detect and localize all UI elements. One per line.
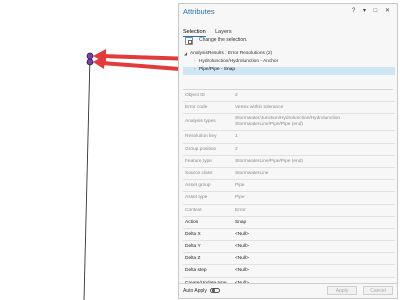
attr-key: Resolution key [185,134,217,140]
attr-row-object-id[interactable]: Object ID 2 [183,90,395,103]
tree-item-hydrojunction[interactable]: › Hydrolunction/Hydrolunction - Anchor [183,59,395,67]
pane-title: Attributes [183,7,215,16]
attr-key: Error code [185,105,208,111]
attr-row-resolution-key[interactable]: Resolution key 1 [183,131,395,144]
attr-value: 2 [235,146,238,152]
attr-key: Analysis types [185,119,216,125]
attr-value: <Null> [235,256,249,262]
change-selection-icon [185,37,193,45]
attr-row-delta-y[interactable]: Delta Y <Null> [183,241,395,254]
attr-key: Delta X [185,231,201,237]
attr-row-delta-z[interactable]: Delta Z <Null> [183,253,395,266]
attr-value: 2 [235,93,238,98]
attr-value: Error [235,207,246,213]
tree-parent-label: AnalysisResults : Error Resolutions (2) [190,51,273,56]
attributes-pane: Attributes ? ▾ □ ✕ Selection Layers Chan… [178,3,398,299]
pane-tabs: Selection Layers [183,20,237,37]
attr-value: StormwaterLine/Pipe/Pipe (end) [235,158,303,164]
attr-row-feature-type[interactable]: Feature type StormwaterLine/Pipe/Pipe (e… [183,156,395,168]
attr-row-action[interactable]: Action Snap [183,217,395,229]
attr-value: 1 [235,134,238,140]
change-selection-button[interactable]: Change the selection. [183,36,273,48]
expand-icon: › [194,67,196,72]
attr-value: Vertex within tolerance [235,105,284,111]
attr-key: Asset type [185,195,208,201]
attr-row-error-code[interactable]: Error code Vertex within tolerance [183,102,395,115]
attr-key: Source class [185,170,213,176]
attr-row-analysis-types[interactable]: Analysis types Stormwater/Junction/Hydro… [183,114,395,132]
attr-value: <Null> [235,268,249,274]
attr-value-line1: Stormwater/Junction/Hydrolunction/Hydrol… [235,116,341,122]
attr-key: Delta step [185,268,207,274]
tab-layers[interactable]: Layers [215,29,232,36]
pipe-line[interactable] [83,55,91,300]
callout-arrow-1 [93,49,178,63]
attr-value: Pipe [235,195,245,201]
selection-tree: ◢ AnalysisResults : Error Resolutions (2… [183,51,395,75]
auto-apply-toggle[interactable] [210,287,220,293]
attr-value: Stormwater/Junction/Hydrolunction/Hydrol… [235,116,340,127]
attr-value: Pipe [235,183,245,189]
attr-row-context[interactable]: Context Error [183,205,395,217]
attr-key: Action [185,219,199,225]
map-canvas [83,49,178,300]
attr-key: Object ID [185,93,205,98]
attr-key: Asset group [185,183,211,189]
tree-item-label: Hydrolunction/Hydrolunction - Anchor [199,59,279,64]
attr-key: Delta Z [185,256,201,262]
attr-row-delta-x[interactable]: Delta X <Null> [183,229,395,242]
attr-value-line2: StormwaterLine/Pipe/Pipe (end) [235,121,303,127]
attr-value: Snap [235,219,247,225]
attr-key: Feature type [185,158,212,164]
pane-footer: Auto Apply Apply Cancel [179,283,397,298]
tree-item-label: Pipe/Pipe - Snap [199,67,236,72]
map-view[interactable] [0,0,178,300]
error-point-marker[interactable] [86,52,94,66]
apply-button[interactable]: Apply [327,286,357,295]
tree-item-pipe[interactable]: › Pipe/Pipe - Snap [183,67,395,75]
auto-apply-label: Auto Apply [183,288,207,294]
collapse-triangle-icon[interactable]: ◢ [184,51,187,56]
window-buttons[interactable]: ? ▾ □ ✕ [352,7,393,14]
attr-row-delta-step[interactable]: Delta step <Null> [183,265,395,278]
attr-value: <Null> [235,231,249,237]
tree-parent-row[interactable]: ◢ AnalysisResults : Error Resolutions (2… [183,51,395,59]
change-selection-label: Change the selection. [199,37,248,43]
attr-row-asset-group[interactable]: Asset group Pipe [183,180,395,193]
attribute-grid: Object ID 2 Error code Vertex within tol… [183,90,395,290]
attr-value: <Null> [235,244,249,250]
attr-key: Group position [185,146,217,152]
attr-key: Delta Y [185,244,201,250]
expand-icon: › [194,59,196,64]
attr-key: Context [185,207,202,213]
attr-row-group-position[interactable]: Group position 2 [183,144,395,156]
attr-row-asset-type[interactable]: Asset type Pipe [183,192,395,205]
attr-row-source-class[interactable]: Source class StormwaterLine [183,168,395,181]
pane-titlebar: Attributes ? ▾ □ ✕ [183,7,393,19]
cancel-button[interactable]: Cancel [363,286,393,295]
attr-value: StormwaterLine [235,170,269,176]
